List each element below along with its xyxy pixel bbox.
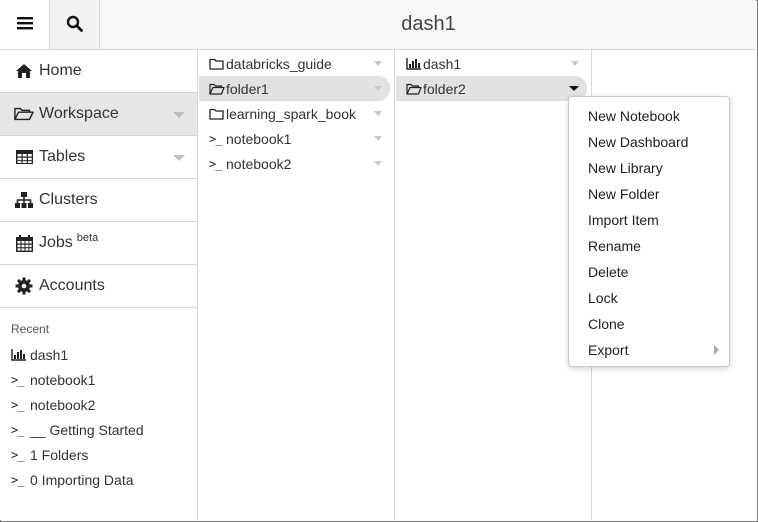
menu-item-new-notebook[interactable]: New Notebook	[569, 103, 729, 129]
terminal-icon: >_	[11, 397, 24, 412]
menu-item-new-folder[interactable]: New Folder	[569, 181, 729, 207]
chevron-down-icon[interactable]	[173, 155, 185, 161]
sidebar-item-label: Workspace	[39, 105, 119, 122]
terminal-icon: >_	[209, 131, 222, 146]
file-row-notebook2[interactable]: >_ notebook2	[199, 151, 390, 176]
folder-icon	[209, 57, 225, 71]
sidebar-item-label: Accounts	[39, 277, 105, 294]
recent-item[interactable]: >_ notebook1	[11, 367, 197, 392]
sidebar-item-accounts[interactable]: Accounts	[0, 265, 197, 308]
sidebar: Home Workspace Tables Clusters Jobs beta…	[0, 50, 198, 520]
search-button[interactable]	[50, 0, 100, 49]
recent-item-label: notebook1	[30, 371, 96, 388]
file-row-folder2[interactable]: folder2	[396, 76, 587, 101]
recent-item-label: 1 Folders	[30, 446, 89, 463]
recent-item-label: 0 Importing Data	[30, 471, 134, 488]
sidebar-item-label: Clusters	[39, 191, 98, 208]
dashboard-icon	[406, 57, 422, 71]
file-row-notebook1[interactable]: >_ notebook1	[199, 126, 390, 151]
chevron-down-icon[interactable]	[374, 161, 382, 166]
file-row-label: folder1	[226, 80, 269, 97]
folder-icon	[209, 107, 225, 121]
page-title: dash1	[401, 13, 456, 35]
file-row-learning-spark-book[interactable]: learning_spark_book	[199, 101, 390, 126]
table-icon	[14, 148, 34, 166]
sidebar-item-label: Jobs	[39, 234, 73, 251]
menu-item-new-library[interactable]: New Library	[569, 155, 729, 181]
chevron-down-icon[interactable]	[374, 86, 382, 91]
terminal-icon: >_	[209, 156, 222, 171]
recent-item-label: __ Getting Started	[30, 421, 144, 438]
file-row-folder1[interactable]: folder1	[199, 76, 390, 101]
top-bar: dash1	[0, 0, 756, 50]
terminal-icon: >_	[11, 447, 24, 462]
search-icon	[66, 15, 83, 35]
sidebar-item-label: Tables	[39, 148, 86, 165]
file-row-label: databricks_guide	[226, 55, 332, 72]
chevron-down-icon[interactable]	[374, 61, 382, 66]
sidebar-item-label: Home	[39, 62, 82, 79]
file-row-label: learning_spark_book	[226, 105, 356, 122]
menu-item-rename[interactable]: Rename	[569, 233, 729, 259]
sidebar-item-jobs[interactable]: Jobs beta	[0, 222, 197, 265]
recent-item[interactable]: dash1	[11, 342, 197, 367]
beta-badge: beta	[76, 232, 99, 244]
sidebar-item-home[interactable]: Home	[0, 50, 197, 93]
dashboard-icon	[11, 348, 28, 362]
recent-section: Recent dash1 >_ notebook1 >_ notebook2 >…	[0, 308, 197, 492]
file-row-label: notebook2	[226, 155, 292, 172]
menu-item-delete[interactable]: Delete	[569, 259, 729, 285]
chevron-down-icon[interactable]	[374, 111, 382, 116]
sidebar-item-clusters[interactable]: Clusters	[0, 179, 197, 222]
recent-item-label: dash1	[30, 346, 69, 363]
chevron-down-icon[interactable]	[571, 61, 579, 66]
workspace-column-1: databricks_guide folder1 learning_spark_…	[199, 50, 395, 520]
context-menu: New Notebook New Dashboard New Library N…	[568, 96, 730, 367]
sidebar-item-workspace[interactable]: Workspace	[0, 93, 197, 136]
chevron-down-icon[interactable]	[569, 86, 579, 91]
menu-item-clone[interactable]: Clone	[569, 311, 729, 337]
folder-open-icon	[14, 105, 34, 123]
recent-item[interactable]: >_ notebook2	[11, 392, 197, 417]
menu-item-export[interactable]: Export	[569, 337, 729, 363]
menu-item-lock[interactable]: Lock	[569, 285, 729, 311]
file-row-label: notebook1	[226, 130, 292, 147]
recent-item[interactable]: >_ 0 Importing Data	[11, 467, 197, 492]
chevron-right-icon	[714, 345, 719, 355]
file-row-databricks-guide[interactable]: databricks_guide	[199, 51, 390, 76]
calendar-icon	[14, 234, 34, 252]
folder-open-icon	[209, 82, 225, 96]
menu-item-new-dashboard[interactable]: New Dashboard	[569, 129, 729, 155]
chevron-down-icon[interactable]	[173, 112, 185, 118]
menu-item-import-item[interactable]: Import Item	[569, 207, 729, 233]
sidebar-item-tables[interactable]: Tables	[0, 136, 197, 179]
chevron-down-icon[interactable]	[374, 136, 382, 141]
recent-title: Recent	[11, 322, 50, 336]
recent-item-label: notebook2	[30, 396, 96, 413]
hamburger-icon	[16, 16, 33, 33]
menu-button[interactable]	[0, 0, 50, 49]
folder-open-icon	[406, 82, 422, 96]
terminal-icon: >_	[11, 422, 24, 437]
file-row-dash1[interactable]: dash1	[396, 51, 587, 76]
terminal-icon: >_	[11, 472, 24, 487]
workspace-column-2: dash1 folder2	[396, 50, 592, 520]
home-icon	[14, 62, 34, 80]
menu-item-label: Export	[588, 342, 629, 358]
terminal-icon: >_	[11, 372, 24, 387]
sitemap-icon	[14, 191, 34, 209]
file-row-label: dash1	[423, 55, 462, 72]
recent-item[interactable]: >_ __ Getting Started	[11, 417, 197, 442]
recent-item[interactable]: >_ 1 Folders	[11, 442, 197, 467]
gear-icon	[14, 277, 34, 295]
file-row-label: folder2	[423, 80, 466, 97]
